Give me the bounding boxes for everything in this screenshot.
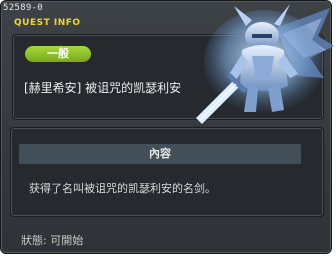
quest-content-panel: 內容 获得了名叫被诅咒的凯瑟利安的名剑。: [10, 127, 324, 217]
window-title: QUEST INFO: [14, 18, 81, 28]
content-description: 获得了名叫被诅咒的凯瑟利安的名剑。: [29, 182, 216, 195]
quest-id-label: 52589-0: [3, 3, 44, 13]
armored-knight-sword-icon: [196, 4, 334, 124]
content-header: 內容: [19, 144, 301, 164]
quest-status: 狀態: 可開始: [21, 234, 84, 247]
category-badge: 一般: [25, 46, 91, 62]
quest-title: [赫里希安] 被诅咒的凯瑟利安: [24, 81, 182, 95]
